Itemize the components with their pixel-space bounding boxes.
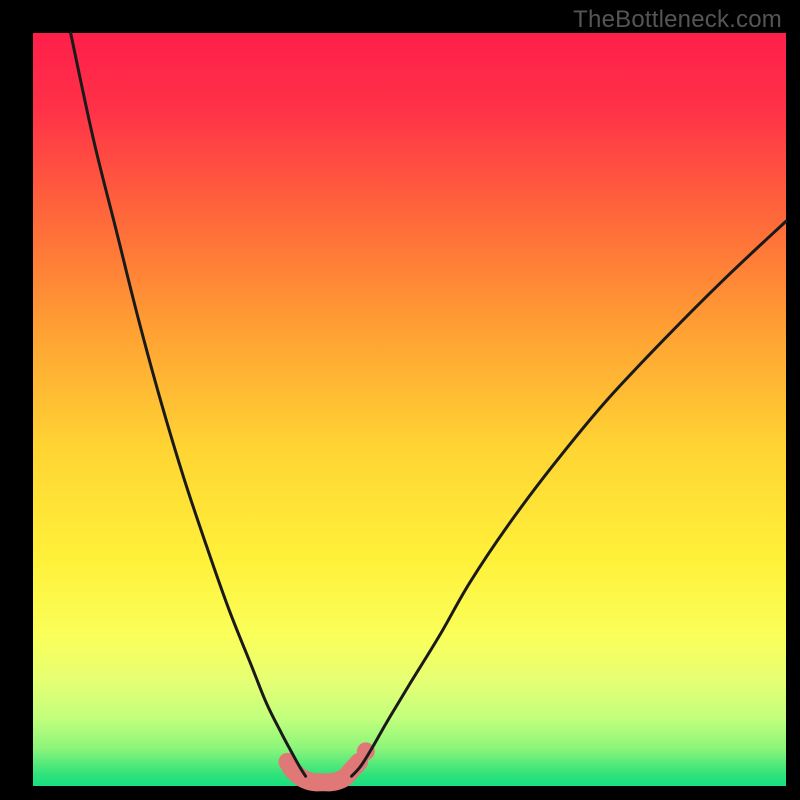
chart-frame: TheBottleneck.com xyxy=(0,0,800,800)
bottleneck-curve-chart xyxy=(0,0,800,800)
gradient-background xyxy=(33,33,786,786)
